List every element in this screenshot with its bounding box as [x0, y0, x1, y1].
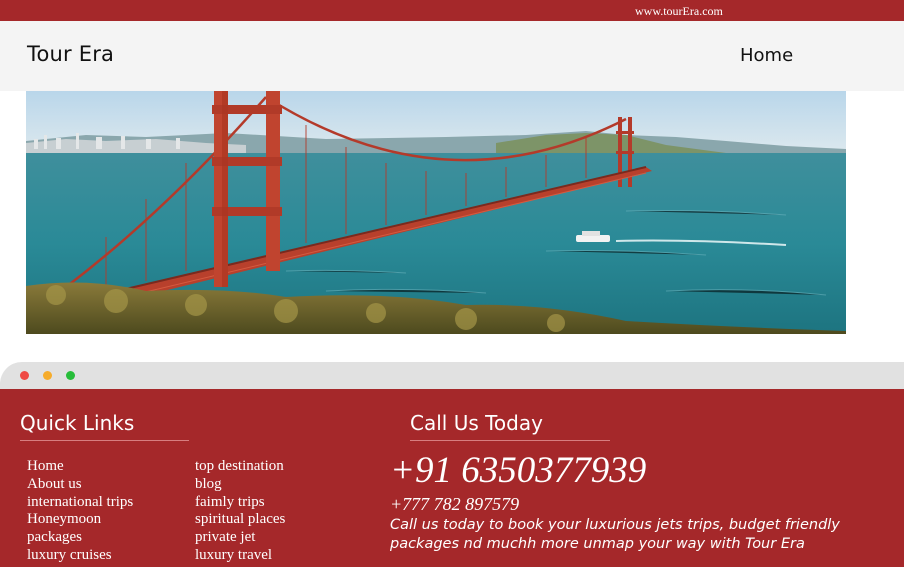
- close-window-dot[interactable]: [20, 371, 29, 380]
- call-us-description: Call us today to book your luxurious jet…: [390, 517, 840, 552]
- quick-links-title: Quick Links: [20, 411, 189, 441]
- site-url[interactable]: www.tourEra.com: [635, 4, 723, 19]
- minimize-window-dot[interactable]: [43, 371, 52, 380]
- quick-link-top-destination[interactable]: top destination: [195, 458, 285, 476]
- quick-links-column-1: Home About us international trips Honeym…: [27, 458, 133, 565]
- site-header: Tour Era Home: [0, 21, 904, 91]
- call-us-title: Call Us Today: [410, 411, 610, 441]
- secondary-phone-number[interactable]: +777 782 897579: [390, 494, 519, 515]
- quick-link-packages[interactable]: packages: [27, 529, 133, 547]
- quick-link-about-us[interactable]: About us: [27, 476, 133, 494]
- browser-window-chrome: [0, 362, 904, 389]
- top-bar: www.tourEra.com: [0, 0, 904, 21]
- quick-link-home[interactable]: Home: [27, 458, 133, 476]
- brand-logo-text[interactable]: Tour Era: [27, 42, 114, 66]
- quick-link-private-jet[interactable]: private jet: [195, 529, 285, 547]
- quick-link-family-trips[interactable]: faimly trips: [195, 494, 285, 512]
- golden-gate-bridge-image: [26, 91, 846, 334]
- quick-link-luxury-travel[interactable]: luxury travel: [195, 547, 285, 565]
- quick-link-blog[interactable]: blog: [195, 476, 285, 494]
- site-footer: Quick Links Home About us international …: [0, 389, 904, 567]
- quick-link-spiritual-places[interactable]: spiritual places: [195, 511, 285, 529]
- quick-link-honeymoon[interactable]: Honeymoon: [27, 511, 133, 529]
- quick-link-luxury-cruises[interactable]: luxury cruises: [27, 547, 133, 565]
- nav-home-link[interactable]: Home: [740, 45, 793, 66]
- maximize-window-dot[interactable]: [66, 371, 75, 380]
- quick-links-column-2: top destination blog faimly trips spirit…: [195, 458, 285, 565]
- quick-link-international-trips[interactable]: international trips: [27, 494, 133, 512]
- hero-image: [26, 91, 846, 334]
- primary-phone-number[interactable]: +91 6350377939: [390, 449, 646, 492]
